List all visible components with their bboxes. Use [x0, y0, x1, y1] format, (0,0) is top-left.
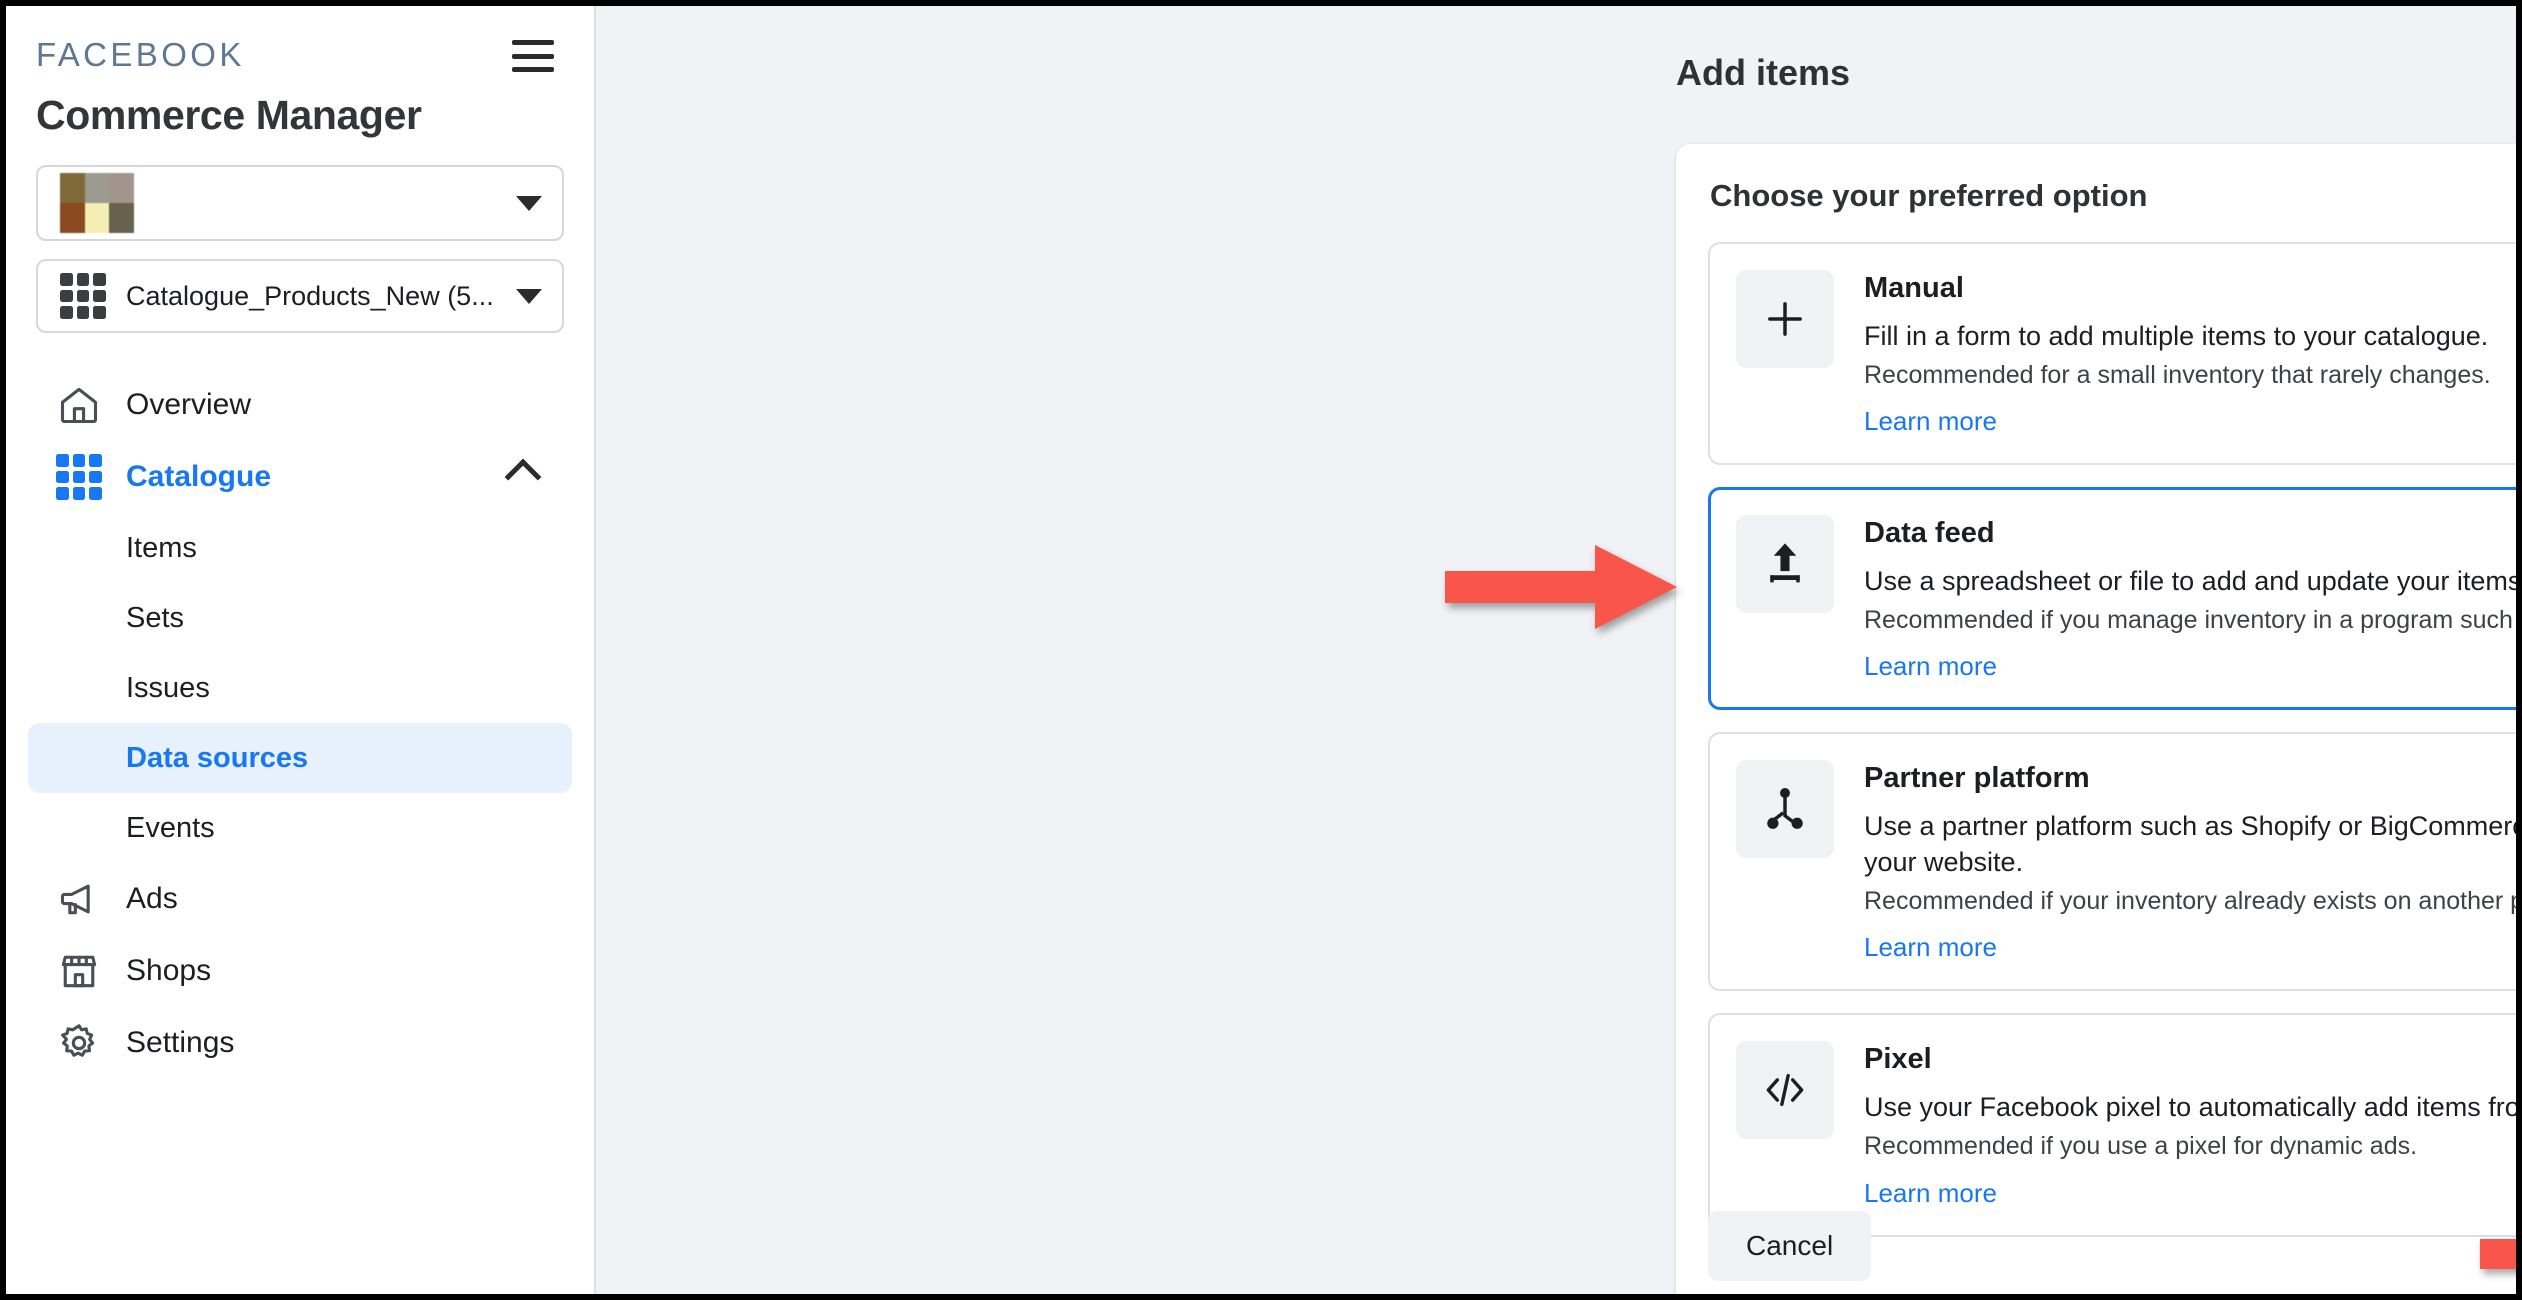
option-data-feed[interactable]: Data feed Use a spreadsheet or file to a…: [1708, 487, 2516, 710]
sidebar-item-label: Items: [126, 532, 197, 565]
main-page-title: Add items: [1676, 52, 1850, 94]
option-description: Fill in a form to add multiple items to …: [1864, 319, 2516, 355]
sidebar-item-label: Data sources: [126, 742, 308, 775]
learn-more-link[interactable]: Learn more: [1864, 932, 1997, 963]
plus-icon: [1736, 270, 1834, 368]
caret-down-icon: [516, 289, 542, 304]
sidebar-item-events[interactable]: Events: [28, 793, 572, 863]
option-title: Data feed: [1864, 517, 2516, 550]
panel-footer: Cancel Next: [1708, 1211, 2516, 1281]
sidebar-item-label: Events: [126, 812, 215, 845]
chevron-up-icon[interactable]: [505, 459, 542, 496]
business-selector[interactable]: [36, 165, 564, 241]
option-title: Pixel: [1864, 1043, 2516, 1076]
app-window: FACEBOOK Commerce Manager Catalogue: [0, 0, 2522, 1300]
sidebar-item-label: Overview: [126, 388, 251, 422]
sidebar-item-shops[interactable]: Shops: [28, 935, 572, 1007]
sidebar-item-data-sources[interactable]: Data sources: [28, 723, 572, 793]
upload-icon: [1736, 515, 1834, 613]
option-recommendation: Recommended for a small inventory that r…: [1864, 359, 2516, 392]
option-description: Use a spreadsheet or file to add and upd…: [1864, 564, 2516, 600]
option-recommendation: Recommended if you manage inventory in a…: [1864, 604, 2516, 637]
sidebar-item-catalogue[interactable]: Catalogue: [28, 441, 572, 513]
learn-more-link[interactable]: Learn more: [1864, 406, 1997, 437]
sidebar-item-label: Shops: [126, 954, 211, 988]
sidebar-item-label: Issues: [126, 672, 210, 705]
sidebar-item-ads[interactable]: Ads: [28, 863, 572, 935]
sidebar-item-label: Sets: [126, 602, 184, 635]
option-title: Partner platform: [1864, 762, 2516, 795]
hamburger-icon[interactable]: [512, 40, 554, 72]
sidebar-item-overview[interactable]: Overview: [28, 369, 572, 441]
storefront-icon: [56, 948, 102, 994]
sidebar-nav: Overview Catalogue Items Sets Issues Dat…: [6, 369, 594, 1079]
option-description: Use a partner platform such as Shopify o…: [1864, 809, 2516, 881]
catalogue-selector-label: Catalogue_Products_New (5...: [126, 281, 494, 312]
option-description: Use your Facebook pixel to automatically…: [1864, 1090, 2516, 1126]
main-content: Add items Choose your preferred option M…: [596, 6, 2516, 1294]
code-icon: [1736, 1041, 1834, 1139]
grid-icon: [60, 273, 106, 319]
page-title: Commerce Manager: [6, 74, 594, 139]
megaphone-icon: [56, 876, 102, 922]
sidebar-item-items[interactable]: Items: [28, 513, 572, 583]
grid-icon: [56, 454, 102, 500]
arrow-pointing-data-feed: [1441, 531, 1681, 643]
learn-more-link[interactable]: Learn more: [1864, 1178, 1997, 1209]
business-avatar: [60, 173, 134, 233]
sidebar-item-label: Settings: [126, 1026, 234, 1060]
cancel-button[interactable]: Cancel: [1708, 1211, 1871, 1281]
sidebar-item-settings[interactable]: Settings: [28, 1007, 572, 1079]
network-icon: [1736, 760, 1834, 858]
catalogue-selector[interactable]: Catalogue_Products_New (5...: [36, 259, 564, 333]
option-partner-platform[interactable]: Partner platform Use a partner platform …: [1708, 732, 2516, 991]
sidebar-item-issues[interactable]: Issues: [28, 653, 572, 723]
option-manual[interactable]: Manual Fill in a form to add multiple it…: [1708, 242, 2516, 465]
sidebar-item-sets[interactable]: Sets: [28, 583, 572, 653]
sidebar-item-label: Catalogue: [126, 460, 486, 494]
home-icon: [56, 382, 102, 428]
option-pixel[interactable]: Pixel Use your Facebook pixel to automat…: [1708, 1013, 2516, 1236]
panel-heading: Choose your preferred option: [1710, 178, 2516, 214]
gear-icon: [56, 1020, 102, 1066]
learn-more-link[interactable]: Learn more: [1864, 651, 1997, 682]
option-title: Manual: [1864, 272, 2516, 305]
sidebar-header: FACEBOOK: [6, 6, 594, 74]
facebook-wordmark: FACEBOOK: [36, 36, 245, 74]
option-recommendation: Recommended if you use a pixel for dynam…: [1864, 1130, 2516, 1163]
sidebar: FACEBOOK Commerce Manager Catalogue: [6, 6, 596, 1294]
caret-down-icon: [516, 196, 542, 211]
add-items-panel: Choose your preferred option Manual Fill…: [1676, 144, 2516, 1294]
option-recommendation: Recommended if your inventory already ex…: [1864, 885, 2516, 918]
sidebar-item-label: Ads: [126, 882, 178, 916]
